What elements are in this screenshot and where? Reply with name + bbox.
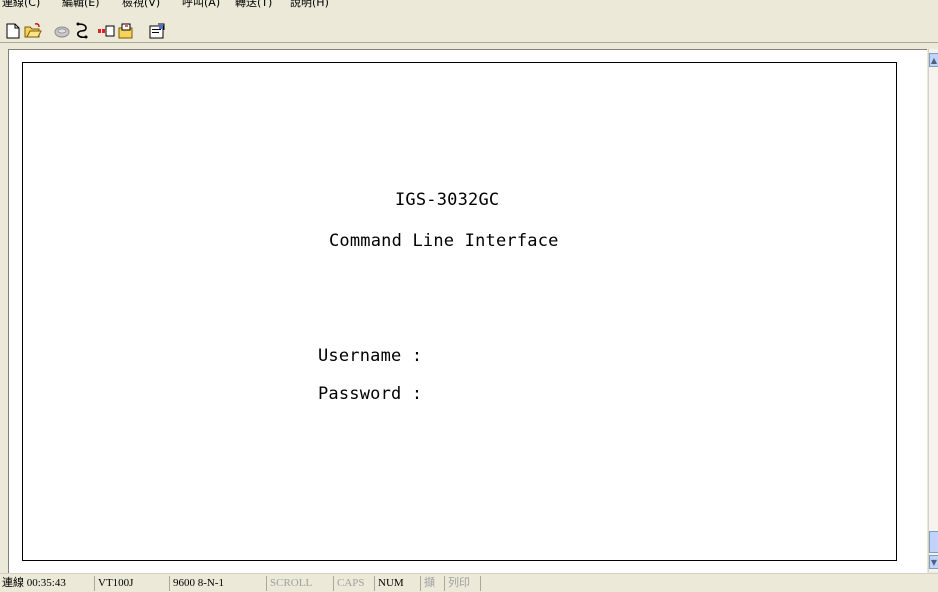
properties-icon[interactable] <box>148 22 166 40</box>
terminal-screen[interactable]: IGS-3032GC Command Line Interface Userna… <box>22 62 897 561</box>
new-document-icon[interactable] <box>4 22 22 40</box>
password-prompt[interactable]: Password : <box>318 384 422 404</box>
status-connected-time: 連線 00:35:43 <box>2 577 66 589</box>
menu-connection[interactable]: 連線(C) <box>2 0 40 10</box>
phone-icon[interactable] <box>53 22 71 40</box>
scroll-thumb[interactable] <box>929 531 938 553</box>
terminal-window[interactable]: IGS-3032GC Command Line Interface Userna… <box>8 49 927 573</box>
status-caps: CAPS <box>333 576 365 591</box>
device-model-title: IGS-3032GC <box>395 190 500 210</box>
receive-icon[interactable] <box>117 22 135 40</box>
status-bar: 連線 00:35:43 VT100J 9600 8-N-1 SCROLL CAP… <box>0 573 938 592</box>
status-emulation: VT100J <box>94 576 133 591</box>
vertical-scrollbar[interactable]: ▲ ▼ <box>928 49 938 572</box>
open-folder-icon[interactable] <box>24 22 42 40</box>
menu-edit[interactable]: 編輯(E) <box>62 0 100 10</box>
toolbar-divider <box>0 42 938 43</box>
menu-bar: 連線(C) 編輯(E) 檢視(V) 呼叫(A) 轉送(T) 說明(H) <box>0 0 938 10</box>
status-capture: 擷 <box>420 576 435 591</box>
status-port-settings: 9600 8-N-1 <box>169 576 224 591</box>
status-print-echo: 列印 <box>444 576 470 591</box>
status-scroll: SCROLL <box>266 576 312 591</box>
send-icon[interactable] <box>97 22 115 40</box>
toolbar <box>0 12 938 46</box>
menu-help[interactable]: 說明(H) <box>290 0 329 10</box>
status-num: NUM <box>374 576 404 591</box>
scroll-down-arrow-icon[interactable]: ▼ <box>929 555 938 569</box>
menu-view[interactable]: 檢視(V) <box>122 0 160 10</box>
menu-call[interactable]: 呼叫(A) <box>182 0 220 10</box>
scroll-up-arrow-icon[interactable]: ▲ <box>929 53 938 67</box>
username-prompt[interactable]: Username : <box>318 346 422 366</box>
disconnect-icon[interactable] <box>73 22 91 40</box>
cli-subtitle: Command Line Interface <box>329 231 559 251</box>
menu-transfer[interactable]: 轉送(T) <box>235 0 272 10</box>
status-divider-end <box>480 576 484 591</box>
